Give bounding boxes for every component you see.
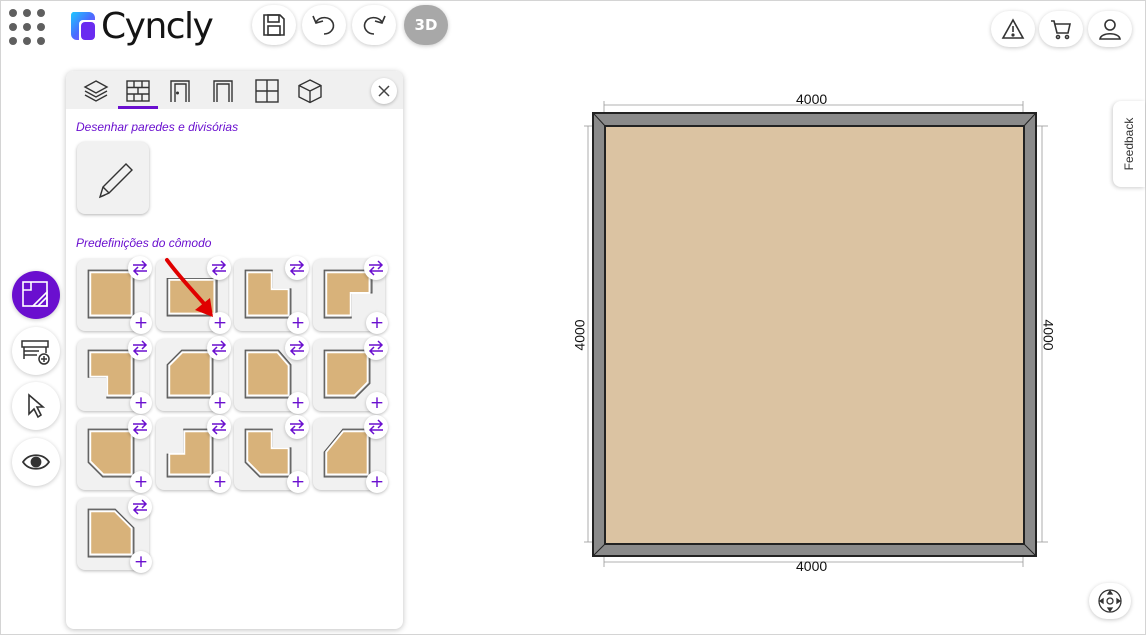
navigation-compass-icon: [1098, 589, 1122, 613]
dimension-right-label: 4000: [1040, 319, 1057, 351]
annotation-arrow-icon: [165, 258, 213, 317]
dimension-left-label: 4000: [571, 319, 588, 351]
room-walls[interactable]: [592, 112, 1037, 557]
dimension-top-label: 4000: [796, 91, 828, 107]
navigation-button[interactable]: [1089, 583, 1131, 619]
room-floor[interactable]: [606, 127, 1023, 543]
app-window: Cyncly 3D Desenhar paredes e divisórias …: [0, 0, 1146, 635]
dimension-bottom-label: 4000: [796, 558, 828, 574]
feedback-label: Feedback: [1122, 117, 1136, 171]
feedback-tab[interactable]: Feedback: [1113, 101, 1145, 187]
